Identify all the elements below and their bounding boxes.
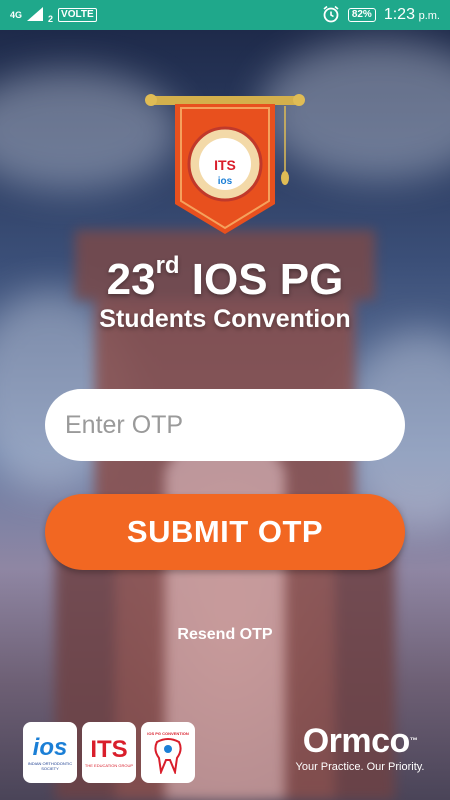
trademark-icon: ™ xyxy=(409,736,418,745)
convention-logo: IOS PG CONVENTION xyxy=(141,722,195,783)
clock-ampm: p.m. xyxy=(418,10,440,22)
footer-logos: ios INDIAN ORTHODONTIC SOCIETY ITS THE E… xyxy=(23,722,195,783)
svg-text:ITS: ITS xyxy=(214,157,236,173)
battery-icon: 82% xyxy=(347,8,376,22)
status-left: 4G 2 VOLTE xyxy=(10,6,97,24)
ormco-name: Ormco™ xyxy=(290,722,430,760)
title-rest: IOS PG xyxy=(179,255,344,304)
its-logo-text: ITS xyxy=(90,736,128,763)
network-label: 4G xyxy=(10,9,23,20)
otp-input[interactable] xyxy=(45,389,405,461)
page-subtitle: Students Convention xyxy=(99,305,351,333)
tooth-icon xyxy=(154,738,182,774)
clock: 1:23 p.m. xyxy=(384,6,440,24)
its-logo: ITS THE EDUCATION GROUP xyxy=(82,722,136,783)
status-bar: 4G 2 VOLTE 82% 1:23 p.m. xyxy=(0,0,450,30)
submit-otp-button[interactable]: SUBMIT OTP xyxy=(45,494,405,570)
ormco-tagline: Your Practice. Our Priority. xyxy=(295,761,425,773)
banner-logo-icon: ITS ios xyxy=(145,94,305,234)
ios-logo-text: ios xyxy=(32,733,68,761)
its-logo-caption: THE EDUCATION GROUP xyxy=(84,763,134,768)
title-number: 23 xyxy=(106,255,156,304)
ios-logo-caption: INDIAN ORTHODONTIC SOCIETY xyxy=(27,760,73,771)
network-indicator: 4G xyxy=(10,9,23,20)
clock-time: 1:23 xyxy=(383,6,415,23)
ormco-logo: Ormco™ Your Practice. Our Priority. xyxy=(290,722,430,774)
status-right: 82% 1:23 p.m. xyxy=(322,5,440,26)
resend-otp-link[interactable]: Resend OTP xyxy=(0,626,450,644)
ormco-wordmark: Ormco xyxy=(302,722,411,760)
ios-logo: ios INDIAN ORTHODONTIC SOCIETY xyxy=(23,722,77,783)
sim-label: 2 xyxy=(48,13,54,24)
title-suffix: rd xyxy=(155,252,180,279)
alarm-icon xyxy=(322,5,340,26)
volte-badge: VOLTE xyxy=(58,8,97,22)
page-title: 23rd IOS PG xyxy=(0,252,450,308)
svg-text:ios: ios xyxy=(218,176,233,187)
signal-icon xyxy=(27,6,44,24)
